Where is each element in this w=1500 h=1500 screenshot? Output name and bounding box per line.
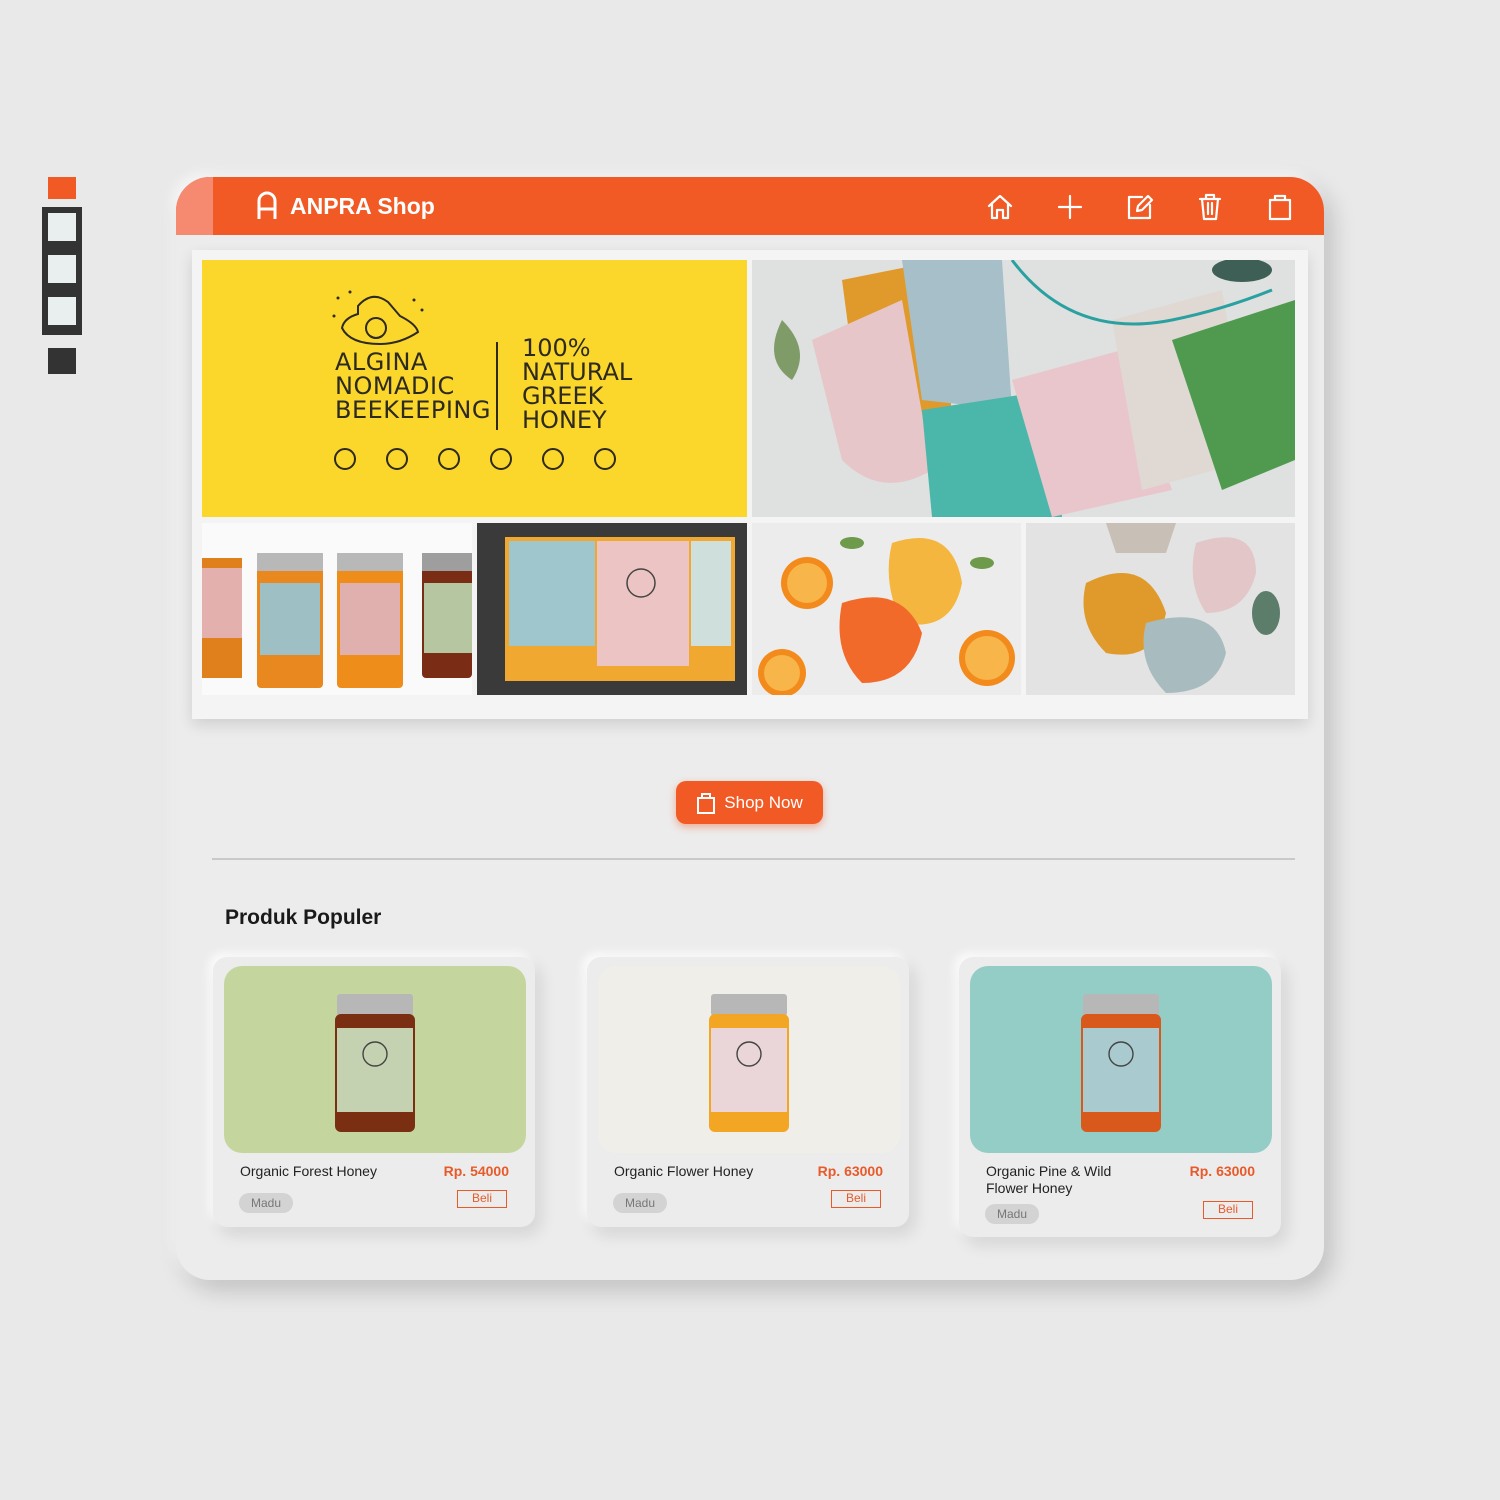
product-card[interactable]: Organic Flower Honey Rp. 63000 Madu Beli	[587, 957, 909, 1227]
app-title: ANPRA Shop	[290, 192, 435, 219]
bag-icon[interactable]	[1264, 191, 1296, 223]
banner-brand-text: ALGINA NOMADIC BEEKEEPING	[335, 350, 491, 422]
hero-gallery: ALGINA NOMADIC BEEKEEPING 100% NATURAL G…	[192, 250, 1308, 719]
banner-flavor-icons	[334, 448, 646, 470]
buy-button[interactable]: Beli	[831, 1190, 881, 1208]
product-name: Organic Flower Honey	[614, 1163, 754, 1179]
product-name: Organic Forest Honey	[240, 1163, 377, 1179]
product-card[interactable]: Organic Pine & Wild Flower Honey Rp. 630…	[959, 957, 1281, 1237]
header-accent	[176, 177, 213, 235]
product-category-badge[interactable]: Madu	[613, 1193, 668, 1213]
flavor-icon	[490, 448, 512, 470]
masks-leaves-illustration	[1083, 523, 1280, 693]
product-category-badge[interactable]: Madu	[239, 1193, 294, 1213]
banner-tagline-line: 100%	[522, 334, 591, 362]
banner-tagline-line: GREEK	[522, 382, 604, 410]
edit-icon[interactable]	[1124, 191, 1156, 223]
brand-logo-icon	[257, 191, 277, 219]
product-price: Rp. 54000	[443, 1163, 509, 1179]
honey-jar-icon	[335, 994, 415, 1132]
home-icon[interactable]	[984, 191, 1016, 223]
bag-icon	[697, 792, 716, 814]
buy-button[interactable]: Beli	[1203, 1201, 1253, 1219]
product-card[interactable]: Organic Forest Honey Rp. 54000 Madu Beli	[213, 957, 535, 1227]
product-image[interactable]	[598, 966, 900, 1153]
hero-image-masks-oranges[interactable]	[752, 523, 1021, 695]
banner-divider	[496, 342, 498, 430]
honey-closeup-illustration	[505, 537, 735, 681]
hero-image-honey-closeup[interactable]	[477, 523, 747, 695]
honey-jar-icon	[709, 994, 789, 1132]
product-name: Organic Pine & Wild Flower Honey	[986, 1163, 1112, 1196]
header-toolbar	[984, 191, 1296, 223]
product-category-badge[interactable]: Madu	[985, 1204, 1040, 1224]
flavor-icon	[334, 448, 356, 470]
banner-brand-line: BEEKEEPING	[335, 396, 491, 424]
section-divider	[212, 858, 1295, 860]
hero-image-honey-jars[interactable]	[202, 523, 472, 695]
plus-icon[interactable]	[1054, 191, 1086, 223]
honey-jar-icon	[1081, 994, 1161, 1132]
palette-swatch-dark	[48, 348, 76, 374]
brand[interactable]: ANPRA Shop	[256, 189, 435, 223]
banner-tagline: 100% NATURAL GREEK HONEY	[522, 336, 632, 432]
app-header: ANPRA Shop	[176, 177, 1324, 235]
hero-image-cloth-masks[interactable]	[752, 260, 1295, 517]
buy-button[interactable]: Beli	[457, 1190, 507, 1208]
product-image[interactable]	[970, 966, 1272, 1153]
hero-banner-algina[interactable]: ALGINA NOMADIC BEEKEEPING 100% NATURAL G…	[202, 260, 747, 517]
popular-products-title: Produk Populer	[225, 906, 382, 929]
flavor-icon	[438, 448, 460, 470]
flavor-icon	[594, 448, 616, 470]
banner-tagline-line: HONEY	[522, 406, 607, 434]
banner-tagline-line: NATURAL	[522, 358, 633, 386]
product-price: Rp. 63000	[817, 1163, 883, 1179]
shop-now-label: Shop Now	[724, 792, 803, 812]
product-price: Rp. 63000	[1189, 1163, 1255, 1179]
shop-now-button[interactable]: Shop Now	[676, 781, 823, 824]
honey-jars-illustration	[202, 553, 472, 688]
trash-icon[interactable]	[1194, 191, 1226, 223]
flavor-icon	[542, 448, 564, 470]
product-image[interactable]	[224, 966, 526, 1153]
palette-swatch-orange	[48, 177, 76, 199]
banner-brand-line: ALGINA	[335, 348, 428, 376]
masks-oranges-illustration	[758, 537, 1015, 695]
app-window: ANPRA Shop ALGINA NOMADIC BEEKEEPING 100…	[176, 177, 1324, 1280]
hero-image-masks-leaves[interactable]	[1026, 523, 1295, 695]
flavor-icon	[386, 448, 408, 470]
cloth-masks-illustration	[774, 260, 1295, 517]
banner-brand-line: NOMADIC	[335, 372, 455, 400]
palette-swatch-group	[42, 207, 82, 335]
